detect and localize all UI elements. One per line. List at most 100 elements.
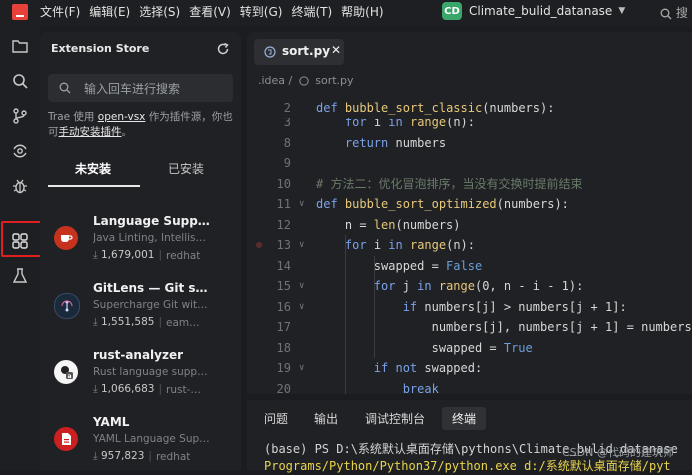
app-logo <box>12 4 28 20</box>
code-line: 10 # 方法二：优化冒泡排序，当没有交换时提前结束 <box>247 174 692 194</box>
fold-chevron-icon[interactable]: ∨ <box>299 194 304 214</box>
menu-item[interactable]: 编辑(E) <box>89 0 130 26</box>
download-count: 957,823 <box>101 450 145 462</box>
line-number: 2 <box>283 101 291 115</box>
extension-search-input[interactable]: 输入回车进行搜索 <box>48 74 233 102</box>
menu-item[interactable]: 转到(G) <box>240 0 283 26</box>
tab-not-installed[interactable]: 未安装 <box>75 160 111 177</box>
project-selector[interactable]: CD Climate_bulid_datanase ▼ <box>442 2 625 20</box>
code-text: for j in range(0, n - i - 1): <box>373 279 584 293</box>
menu-item[interactable]: 选择(S) <box>139 0 180 26</box>
source-info-text: Trae 使用 open-vsx 作为插件源，你也可手动安装插件。 <box>48 110 238 140</box>
code-line: 8 return numbers <box>247 133 692 153</box>
tab-debug-console[interactable]: 调试控制台 <box>365 410 425 427</box>
tab-filename: sort.py <box>282 44 331 58</box>
python-file-icon <box>299 76 309 86</box>
global-search[interactable]: 搜 <box>660 4 688 21</box>
extension-item-rust-analyzer[interactable]: a rust-analyzer Rust language support fo… <box>40 348 241 408</box>
close-icon[interactable]: ✕ <box>331 43 341 57</box>
code-area[interactable]: 3 for i in range(n): 8 return numbers 9 10 #… <box>247 98 692 394</box>
search-icon[interactable] <box>10 71 30 91</box>
code-line: 16 ∨ if numbers[j] > numbers[j + 1]: <box>247 297 692 317</box>
code-text: n = len(numbers) <box>316 217 461 232</box>
code-text: def bubble_sort_optimized(numbers): <box>316 197 569 211</box>
source-control-icon[interactable] <box>10 106 30 126</box>
line-number: 16 <box>276 299 291 314</box>
breadcrumb-folder[interactable]: .idea <box>258 74 285 87</box>
line-number: 20 <box>276 381 291 395</box>
rust-analyzer-icon: a <box>54 360 78 384</box>
extension-name: rust-analyzer <box>93 348 184 362</box>
extension-item-yaml[interactable]: YAML YAML Language Support by Red Hat ⤓ … <box>40 415 241 475</box>
publisher: eamodio <box>166 317 202 329</box>
code-text: # 方法二：优化冒泡排序，当没有交换时提前结束 <box>316 176 583 191</box>
extension-item-java[interactable]: Language Support for Java Java Linting, … <box>40 214 241 274</box>
editor-tab-sort-py[interactable]: sort.py ✕ <box>254 39 344 65</box>
global-search-placeholder: 搜 <box>675 6 688 20</box>
line-number: 8 <box>283 135 291 150</box>
svg-text:a: a <box>68 373 72 380</box>
sticky-scroll-header[interactable]: 2 def bubble_sort_classic(numbers): <box>247 98 692 118</box>
code-text: if numbers[j] > numbers[j + 1]: <box>402 299 627 314</box>
code-line: 14 swapped = False <box>247 256 692 276</box>
extension-description: Rust language support for Visual Studio … <box>93 366 211 378</box>
code-line: 19 ∨ if not swapped: <box>247 358 692 378</box>
line-number: 15 <box>276 279 291 293</box>
code-text: numbers[j], numbers[j + 1] = numbers <box>316 320 692 334</box>
publisher: redhat <box>155 451 191 463</box>
code-text: return numbers <box>344 135 447 150</box>
code-text: break <box>402 381 439 395</box>
flask-test-icon[interactable] <box>10 266 30 286</box>
search-icon <box>59 82 71 94</box>
fold-chevron-icon[interactable]: ∨ <box>299 276 304 296</box>
search-placeholder: 输入回车进行搜索 <box>84 82 181 96</box>
code-line: 20 break <box>247 379 692 395</box>
remote-icon[interactable] <box>10 141 30 161</box>
yaml-file-icon <box>54 427 78 451</box>
tab-output[interactable]: 输出 <box>314 410 338 427</box>
menu-item[interactable]: 文件(F) <box>40 0 80 26</box>
manual-install-link[interactable]: 手动安装插件 <box>59 126 122 138</box>
tab-installed[interactable]: 已安装 <box>168 160 204 177</box>
download-icon: ⤓ <box>93 383 98 395</box>
breadcrumb-file[interactable]: sort.py <box>315 74 353 87</box>
tab-terminal[interactable]: 终端 <box>442 407 487 430</box>
fold-chevron-icon[interactable]: ∨ <box>299 297 304 317</box>
breadcrumb-separator: / <box>288 74 293 87</box>
extension-item-gitlens[interactable]: GitLens — Git supercharged Supercharge G… <box>40 281 241 341</box>
info-prefix: Trae 使用 <box>48 111 98 123</box>
fold-chevron-icon[interactable]: ∨ <box>299 235 304 255</box>
panel-title: Extension Store <box>51 42 150 55</box>
download-icon: ⤓ <box>93 249 98 261</box>
menu-item[interactable]: 终端(T) <box>291 0 332 26</box>
line-number: 9 <box>283 156 291 170</box>
extension-store-panel: Extension Store 输入回车进行搜索 Trae 使用 open-vs… <box>40 32 241 470</box>
download-count: 1,679,001 <box>101 249 155 261</box>
project-badge: CD <box>442 2 462 20</box>
line-number: 18 <box>276 340 291 355</box>
tab-problems[interactable]: 问题 <box>264 410 288 427</box>
menu-item[interactable]: 查看(V) <box>189 0 231 26</box>
explorer-icon[interactable] <box>10 36 30 56</box>
search-icon <box>660 8 672 19</box>
extension-name: GitLens — Git supercharged <box>93 281 213 295</box>
code-line: 13 ∨ for i in range(n): <box>247 235 692 255</box>
extension-description: Supercharge Git within VS Code <box>93 299 211 311</box>
code-text: def bubble_sort_classic(numbers): <box>316 101 555 115</box>
extension-description: YAML Language Support by Red Hat <box>93 433 211 445</box>
line-number: 17 <box>276 320 291 334</box>
open-vsx-link[interactable]: open-vsx <box>98 111 146 123</box>
info-suffix: 。 <box>121 126 133 138</box>
line-number: 11 <box>276 197 291 211</box>
fold-chevron-icon[interactable]: ∨ <box>299 358 304 378</box>
java-cup-icon <box>54 226 78 250</box>
code-text: swapped = True <box>316 340 533 355</box>
menu-item[interactable]: 帮助(H) <box>341 0 383 26</box>
gitlens-icon <box>54 293 80 319</box>
debug-bug-icon[interactable] <box>10 176 30 196</box>
code-text: if not swapped: <box>373 361 483 375</box>
extension-name: Language Support for Java <box>93 214 213 228</box>
refresh-icon[interactable] <box>216 41 230 60</box>
code-line: 15 ∨ for j in range(0, n - i - 1): <box>247 276 692 296</box>
indent-guide <box>374 255 375 358</box>
